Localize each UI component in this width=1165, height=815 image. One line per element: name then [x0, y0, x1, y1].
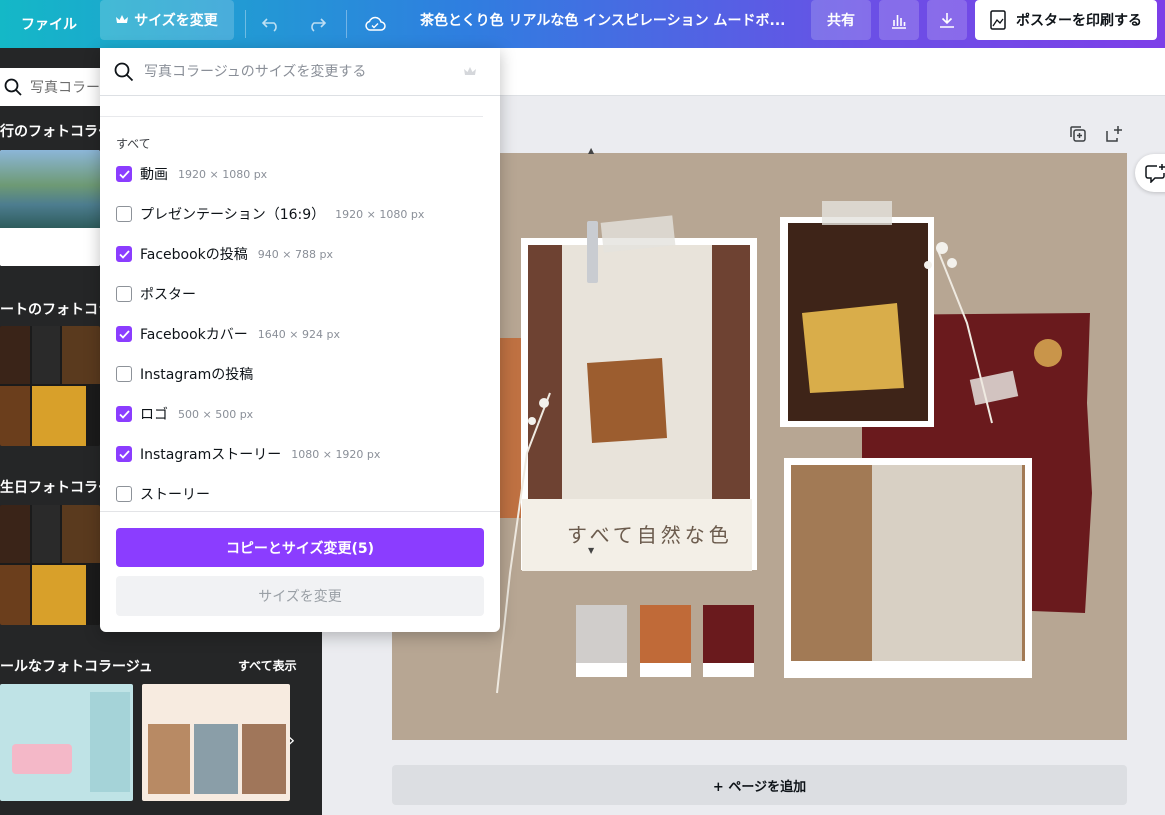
search-icon — [114, 62, 134, 81]
redo-icon — [311, 18, 327, 32]
divider — [245, 10, 246, 38]
check-icon — [118, 169, 130, 179]
checkbox[interactable] — [116, 366, 132, 382]
checkbox[interactable] — [116, 206, 132, 222]
duplicate-page-icon[interactable] — [1068, 124, 1088, 144]
scroll-up-arrow[interactable]: ▲ — [588, 146, 594, 155]
section-title: 生日フォトコラー — [0, 480, 112, 496]
chevron-right-icon[interactable]: › — [288, 730, 295, 751]
size-option-label: Instagramの投稿 — [140, 367, 254, 383]
checkbox[interactable] — [116, 486, 132, 502]
scrollbar-thumb[interactable] — [587, 221, 598, 283]
divider — [346, 10, 347, 38]
size-option-label: Instagramストーリー — [140, 447, 282, 463]
scroll-down-arrow[interactable]: ▼ — [588, 546, 594, 555]
bar-chart-icon — [892, 15, 906, 29]
resize-search-input[interactable] — [144, 63, 454, 80]
template-thumbnail[interactable] — [0, 150, 100, 266]
check-icon — [118, 409, 130, 419]
section-title: ールなフォトコラージュ — [0, 659, 153, 675]
size-option-dimensions: 1640 × 924 px — [257, 327, 340, 341]
undo-button[interactable] — [252, 5, 290, 43]
color-swatch — [640, 605, 691, 663]
add-page-icon[interactable] — [1104, 124, 1124, 144]
download-button[interactable] — [927, 0, 967, 40]
size-option-dimensions: 1080 × 1920 px — [291, 447, 381, 461]
size-option-label: Facebookカバー — [140, 327, 248, 343]
section-title: ートのフォトコラ — [0, 302, 112, 318]
scrollbar[interactable]: ▲ ▼ — [584, 144, 600, 560]
section-title: 行のフォトコラー — [0, 124, 112, 140]
resize-dropdown: すべて 動画 1920 × 1080 px プレゼンテーション（16:9） 1920 … — [100, 48, 598, 632]
checkbox[interactable] — [116, 446, 132, 462]
check-icon — [118, 249, 130, 259]
size-option-label: 動画 — [140, 167, 168, 183]
search-icon — [4, 78, 22, 96]
checkbox[interactable] — [116, 246, 132, 262]
insights-button[interactable] — [879, 0, 919, 40]
download-icon — [940, 13, 954, 28]
size-option-label: Facebookの投稿 — [140, 247, 248, 263]
print-poster-label: ポスターを印刷する — [1016, 13, 1142, 29]
checkbox[interactable] — [116, 326, 132, 342]
size-option[interactable]: 動画 1920 × 1080 px — [116, 163, 267, 185]
resize-button-label: サイズを変更 — [134, 13, 218, 29]
cloud-save-button[interactable] — [356, 5, 394, 43]
size-options-list: すべて 動画 1920 × 1080 px プレゼンテーション（16:9） 1920 … — [100, 116, 483, 560]
template-thumbnail[interactable] — [0, 505, 100, 625]
comment-add-icon — [1145, 164, 1165, 183]
size-option-dimensions: 1920 × 1080 px — [335, 207, 425, 221]
size-option[interactable]: Instagramの投稿 — [116, 363, 253, 385]
add-page-button[interactable]: + ページを追加 — [392, 765, 1127, 805]
top-bar: ファイル サイズを変更 茶色とくり色 リアルな色 インスピレーション ムードボ.… — [0, 0, 1165, 48]
template-thumbnail[interactable] — [0, 684, 133, 801]
copy-and-resize-button[interactable]: コピーとサイズ変更(5) — [116, 528, 484, 567]
size-option[interactable]: ロゴ 500 × 500 px — [116, 403, 253, 425]
checkbox[interactable] — [116, 286, 132, 302]
size-option[interactable]: Instagramストーリー 1080 × 1920 px — [116, 443, 380, 465]
cloud-icon — [365, 16, 386, 31]
template-thumbnail[interactable] — [142, 684, 290, 801]
size-option-label: プレゼンテーション（16:9） — [140, 207, 326, 223]
size-option-dimensions: 500 × 500 px — [178, 407, 254, 421]
size-option[interactable]: Facebookカバー 1640 × 924 px — [116, 323, 340, 345]
checkbox[interactable] — [116, 166, 132, 182]
mood-board — [392, 153, 1127, 740]
resize-search — [100, 48, 500, 96]
size-option-label: ポスター — [140, 287, 196, 303]
size-option[interactable]: Facebookの投稿 940 × 788 px — [116, 243, 333, 265]
see-all-link[interactable]: すべて表示 — [238, 657, 297, 674]
crown-icon — [116, 15, 129, 23]
size-option[interactable]: ストーリー — [116, 483, 210, 505]
design-title[interactable]: 茶色とくり色 リアルな色 インスピレーション ムードボ... — [420, 0, 800, 40]
resize-apply-button[interactable]: サイズを変更 — [116, 576, 484, 616]
size-option[interactable]: ポスター — [116, 283, 196, 305]
page-actions — [1068, 124, 1124, 144]
share-button[interactable]: 共有 — [811, 0, 871, 40]
size-option-label: ロゴ — [140, 407, 168, 423]
color-swatch — [703, 605, 754, 663]
size-option[interactable]: プレゼンテーション（16:9） 1920 × 1080 px — [116, 203, 424, 225]
undo-icon — [261, 18, 277, 32]
crown-icon — [464, 66, 476, 75]
file-menu-button[interactable]: ファイル — [8, 5, 90, 43]
check-icon — [118, 449, 130, 459]
template-thumbnail[interactable] — [0, 326, 100, 446]
check-icon — [118, 329, 130, 339]
checkbox[interactable] — [116, 406, 132, 422]
comment-button[interactable] — [1135, 154, 1165, 192]
design-canvas[interactable]: すべて自然な色 — [392, 153, 1127, 740]
color-swatch — [576, 605, 627, 663]
resize-button[interactable]: サイズを変更 — [100, 0, 234, 40]
redo-button[interactable] — [298, 5, 336, 43]
size-option-dimensions: 940 × 788 px — [257, 247, 333, 261]
poster-icon — [990, 10, 1006, 30]
section-label: すべて — [116, 137, 151, 151]
size-option-dimensions: 1920 × 1080 px — [178, 167, 268, 181]
print-poster-button[interactable]: ポスターを印刷する — [975, 0, 1157, 40]
size-option-label: ストーリー — [140, 487, 210, 503]
divider — [100, 511, 500, 512]
